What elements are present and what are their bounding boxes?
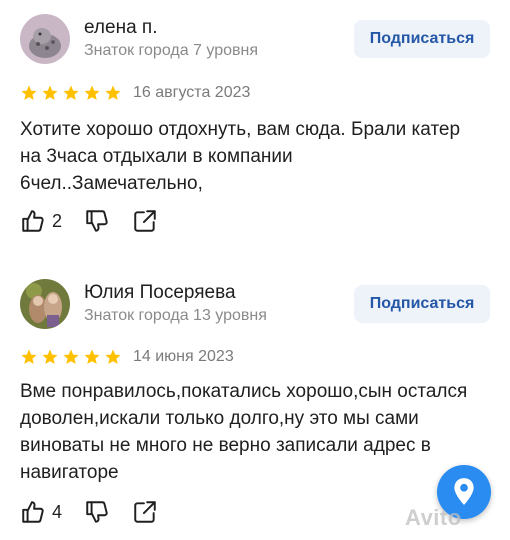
avatar[interactable] bbox=[20, 14, 70, 64]
star-icon bbox=[63, 349, 79, 364]
star-icon bbox=[21, 349, 37, 364]
like-icon bbox=[22, 210, 44, 232]
star-icon bbox=[21, 85, 37, 100]
star-icon bbox=[42, 85, 58, 100]
star-icon bbox=[84, 85, 100, 100]
review-date: 14 июня 2023 bbox=[133, 348, 234, 365]
avatar[interactable] bbox=[20, 279, 70, 329]
author-level: Знаток города 7 уровня bbox=[84, 42, 259, 59]
map-pin-icon bbox=[454, 478, 474, 505]
dislike-icon bbox=[86, 210, 108, 232]
author-name[interactable]: Юлия Посеряева bbox=[84, 282, 236, 304]
rating-stars bbox=[20, 348, 122, 366]
review-actions: 2 bbox=[20, 208, 180, 234]
share-button[interactable] bbox=[132, 499, 158, 525]
review-text: Хотите хорошо отдохнуть, вам сюда. Брали… bbox=[20, 119, 461, 194]
author-name[interactable]: елена п. bbox=[84, 17, 158, 39]
avito-watermark: Avito bbox=[405, 505, 462, 530]
author-level: Знаток города 13 уровня bbox=[84, 307, 267, 324]
share-button[interactable] bbox=[132, 208, 158, 234]
like-button[interactable]: 2 bbox=[20, 208, 62, 234]
like-count: 4 bbox=[52, 501, 63, 522]
share-icon bbox=[134, 210, 156, 232]
subscribe-button[interactable]: Подписаться bbox=[354, 285, 490, 323]
share-icon bbox=[134, 501, 156, 523]
review-actions: 4 bbox=[20, 499, 180, 525]
like-button[interactable]: 4 bbox=[20, 499, 62, 525]
star-icon bbox=[84, 349, 100, 364]
star-icon bbox=[105, 349, 121, 364]
dislike-button[interactable] bbox=[84, 208, 110, 234]
review-text: Вме понравилось,покатались хорошо,сын ос… bbox=[20, 381, 468, 483]
rating-stars bbox=[20, 84, 122, 102]
star-icon bbox=[63, 85, 79, 100]
subscribe-button[interactable]: Подписаться bbox=[354, 20, 490, 58]
star-icon bbox=[105, 85, 121, 100]
star-icon bbox=[42, 349, 58, 364]
review-date: 16 августа 2023 bbox=[133, 84, 251, 101]
dislike-button[interactable] bbox=[84, 499, 110, 525]
dislike-icon bbox=[86, 501, 108, 523]
like-count: 2 bbox=[52, 210, 63, 231]
like-icon bbox=[22, 501, 44, 523]
